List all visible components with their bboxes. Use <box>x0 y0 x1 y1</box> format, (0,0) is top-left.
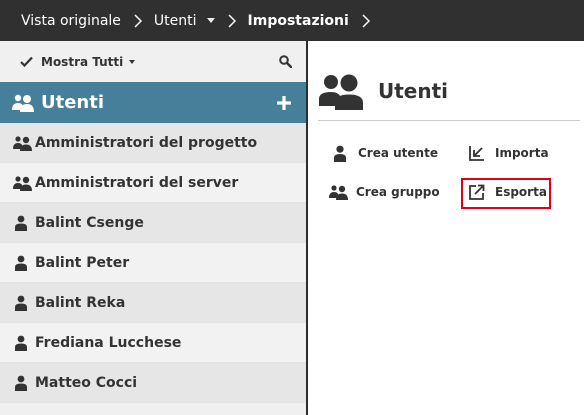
user-icon <box>12 375 35 391</box>
list-item[interactable]: Balint Reka <box>0 283 306 323</box>
users-list: Amministratori del progetto Amministrato… <box>0 123 306 403</box>
create-group-label: Crea gruppo <box>356 185 440 199</box>
import-label: Importa <box>495 146 549 160</box>
breadcrumb-bar: Vista originale Utenti Impostazioni <box>0 0 584 41</box>
create-user-button[interactable]: Crea utente <box>328 139 438 167</box>
divider <box>318 120 580 121</box>
filter-dropdown[interactable]: Mostra Tutti <box>41 55 123 69</box>
breadcrumb-label: Utenti <box>153 12 197 29</box>
filter-bar: Mostra Tutti <box>0 41 306 82</box>
list-item-label: Amministratori del progetto <box>35 134 258 151</box>
caret-down-icon[interactable] <box>129 59 136 64</box>
import-button[interactable]: Importa <box>465 139 549 167</box>
users-group-icon <box>12 175 34 191</box>
create-group-button[interactable]: Crea gruppo <box>326 178 440 206</box>
breadcrumb-item-utenti[interactable]: Utenti <box>154 0 215 41</box>
users-group-icon <box>319 72 364 110</box>
user-icon <box>328 145 352 162</box>
users-group-icon <box>12 135 34 151</box>
users-group-icon <box>326 184 350 200</box>
breadcrumb-label: Impostazioni <box>247 12 349 29</box>
users-group-icon <box>11 93 35 113</box>
list-item-label: Amministratori del server <box>35 174 239 191</box>
section-header-utenti: Utenti <box>0 82 306 123</box>
search-icon[interactable] <box>279 55 292 68</box>
list-item-label: Balint Peter <box>35 254 130 271</box>
user-icon <box>12 335 35 351</box>
list-item-label: Matteo Cocci <box>35 374 138 391</box>
list-item[interactable]: Balint Peter <box>0 243 306 283</box>
export-highlight-box <box>461 178 551 209</box>
chevron-right-icon <box>228 13 236 28</box>
list-item[interactable]: Balint Csenge <box>0 203 306 243</box>
plus-icon[interactable] <box>276 95 292 111</box>
breadcrumb-item-vista-originale[interactable]: Vista originale <box>21 0 121 41</box>
breadcrumb-item-impostazioni[interactable]: Impostazioni <box>248 0 349 41</box>
section-title: Utenti <box>41 92 105 113</box>
user-icon <box>12 215 35 231</box>
list-item[interactable]: Amministratori del server <box>0 163 306 203</box>
create-user-label: Crea utente <box>358 146 438 160</box>
list-item[interactable]: Amministratori del progetto <box>0 123 306 163</box>
list-item[interactable]: Frediana Lucchese <box>0 323 306 363</box>
chevron-right-icon <box>362 13 370 28</box>
chevron-right-icon <box>134 13 142 28</box>
list-item-label: Balint Reka <box>35 294 126 311</box>
list-item-label: Balint Csenge <box>35 214 144 231</box>
caret-down-icon <box>206 18 215 23</box>
breadcrumb-label: Vista originale <box>21 12 121 29</box>
list-item-label: Frediana Lucchese <box>35 334 182 351</box>
user-icon <box>12 295 35 311</box>
details-panel: Utenti Crea utente Importa Crea gruppo E… <box>308 41 584 415</box>
panel-header: Utenti <box>308 41 584 118</box>
check-icon <box>20 56 33 67</box>
list-item[interactable]: Matteo Cocci <box>0 363 306 403</box>
panel-title: Utenti <box>378 78 449 103</box>
user-icon <box>12 255 35 271</box>
import-icon <box>465 145 489 161</box>
users-sidebar: Mostra Tutti Utenti Amministratori del p… <box>0 41 306 415</box>
